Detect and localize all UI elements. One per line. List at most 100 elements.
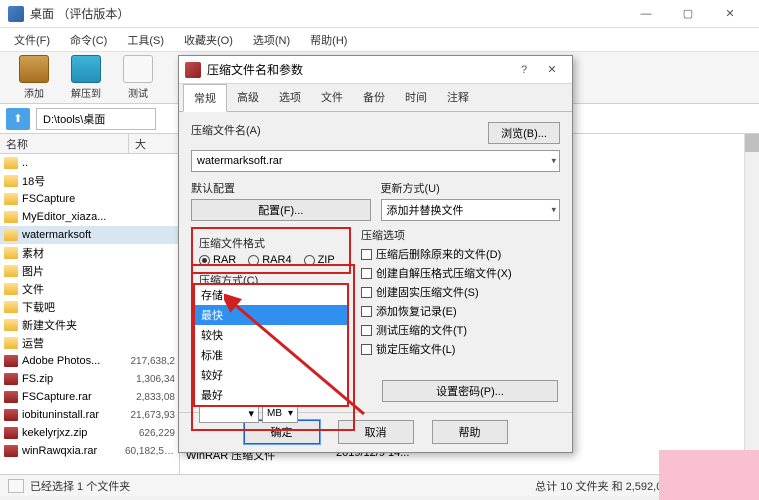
archive-file-icon	[4, 373, 18, 385]
opt-solid[interactable]: 创建固实压缩文件(S)	[361, 284, 560, 300]
list-item[interactable]: Adobe Photos...217,638,2	[0, 352, 179, 370]
test-button[interactable]: 测试	[112, 54, 164, 102]
tab-backup[interactable]: 备份	[353, 84, 395, 111]
method-option[interactable]: 较好	[195, 365, 347, 385]
tab-advanced[interactable]: 高级	[227, 84, 269, 111]
folder-icon	[4, 301, 18, 313]
folder-icon	[4, 211, 18, 223]
statusbar: 已经选择 1 个文件夹 总计 10 文件夹 和 2,592,084,143 字节…	[0, 474, 759, 496]
menubar: 文件(F) 命令(C) 工具(S) 收藏夹(O) 选项(N) 帮助(H)	[0, 28, 759, 52]
file-list[interactable]: ..18号FSCaptureMyEditor_xiaza...watermark…	[0, 154, 179, 474]
folder-icon	[4, 319, 18, 331]
tab-general[interactable]: 常规	[183, 84, 227, 112]
minimize-button[interactable]: —	[625, 2, 667, 26]
menu-help[interactable]: 帮助(H)	[300, 29, 357, 51]
col-size[interactable]: 大	[129, 134, 179, 153]
dialog-close-button[interactable]: ✕	[538, 63, 566, 76]
folder-icon	[4, 175, 18, 187]
dialog-help-button[interactable]: ?	[510, 64, 538, 76]
password-button[interactable]: 设置密码(P)...	[382, 380, 558, 402]
update-mode-select[interactable]: 添加并替换文件▾	[381, 199, 561, 221]
dialog-title: 压缩文件名和参数	[207, 61, 510, 78]
method-dropdown[interactable]: 存储最快较快标准较好最好	[193, 283, 349, 407]
add-label: 添加	[24, 85, 44, 100]
archive-file-icon	[4, 445, 18, 457]
status-left: 已经选择 1 个文件夹	[30, 478, 130, 494]
dialog-tabs: 常规 高级 选项 文件 备份 时间 注释	[179, 84, 572, 112]
archive-dialog: 压缩文件名和参数 ? ✕ 常规 高级 选项 文件 备份 时间 注释 压缩文件名(…	[178, 55, 573, 453]
help-button[interactable]: 帮助	[432, 420, 508, 444]
menu-options[interactable]: 选项(N)	[243, 29, 300, 51]
method-option[interactable]: 较快	[195, 325, 347, 345]
add-button[interactable]: 添加	[8, 54, 60, 102]
folder-icon	[4, 193, 18, 205]
list-item[interactable]: kekelyrjxz.zip626,229	[0, 424, 179, 442]
up-folder-button[interactable]: ⬆	[6, 108, 30, 130]
profile-button[interactable]: 配置(F)...	[191, 199, 371, 221]
method-option[interactable]: 最好	[195, 385, 347, 405]
method-option[interactable]: 标准	[195, 345, 347, 365]
archive-icon	[19, 55, 49, 83]
list-item[interactable]: MyEditor_xiaza...	[0, 208, 179, 226]
opt-recovery[interactable]: 添加恢复记录(E)	[361, 303, 560, 319]
close-button[interactable]: ✕	[709, 2, 751, 26]
rar-icon	[185, 62, 201, 78]
file-pane: 名称 大 ..18号FSCaptureMyEditor_xiaza...wate…	[0, 134, 180, 474]
extract-button[interactable]: 解压到	[60, 54, 112, 102]
folder-icon	[4, 265, 18, 277]
method-option[interactable]: 存储	[195, 285, 347, 305]
folder-icon	[4, 247, 18, 259]
menu-tools[interactable]: 工具(S)	[117, 29, 174, 51]
test-label: 测试	[128, 85, 148, 100]
opt-sfx[interactable]: 创建自解压格式压缩文件(X)	[361, 265, 560, 281]
list-item[interactable]: 18号	[0, 172, 179, 190]
list-item[interactable]: iobituninstall.rar21,673,93	[0, 406, 179, 424]
opt-delete-after[interactable]: 压缩后删除原来的文件(D)	[361, 246, 560, 262]
tab-files[interactable]: 文件	[311, 84, 353, 111]
archive-name-label: 压缩文件名(A)	[191, 122, 478, 138]
menu-command[interactable]: 命令(C)	[60, 29, 117, 51]
list-item[interactable]: 下载吧	[0, 298, 179, 316]
archive-name-input[interactable]: watermarksoft.rar▾	[191, 150, 560, 172]
list-item[interactable]: 运营	[0, 334, 179, 352]
list-item[interactable]: 新建文件夹	[0, 316, 179, 334]
list-item[interactable]: FSCapture.rar2,833,08	[0, 388, 179, 406]
main-titlebar: 桌面 （评估版本） — ▢ ✕	[0, 0, 759, 28]
list-item[interactable]: 素材	[0, 244, 179, 262]
list-item[interactable]: FSCapture	[0, 190, 179, 208]
extract-label: 解压到	[71, 85, 101, 100]
col-name[interactable]: 名称	[0, 134, 129, 153]
menu-favorites[interactable]: 收藏夹(O)	[174, 29, 243, 51]
list-item[interactable]: 文件	[0, 280, 179, 298]
folder-icon	[4, 283, 18, 295]
update-mode-label: 更新方式(U)	[381, 180, 561, 196]
maximize-button[interactable]: ▢	[667, 2, 709, 26]
archive-file-icon	[4, 427, 18, 439]
opt-lock[interactable]: 锁定压缩文件(L)	[361, 341, 560, 357]
list-item[interactable]: watermarksoft	[0, 226, 179, 244]
watermark-box	[659, 450, 759, 500]
format-label: 压缩文件格式	[199, 235, 343, 251]
profile-label: 默认配置	[191, 180, 371, 196]
folder-icon	[4, 337, 18, 349]
list-item[interactable]: 图片	[0, 262, 179, 280]
tab-comment[interactable]: 注释	[437, 84, 479, 111]
archive-file-icon	[4, 391, 18, 403]
list-item[interactable]: ..	[0, 154, 179, 172]
path-input[interactable]	[36, 108, 156, 130]
status-icon	[8, 479, 24, 493]
method-option[interactable]: 最快	[195, 305, 347, 325]
opt-test[interactable]: 测试压缩的文件(T)	[361, 322, 560, 338]
compress-options-label: 压缩选项	[361, 227, 560, 243]
browse-button[interactable]: 浏览(B)...	[488, 122, 560, 144]
scrollbar[interactable]	[744, 134, 759, 474]
dialog-titlebar: 压缩文件名和参数 ? ✕	[179, 56, 572, 84]
tab-options[interactable]: 选项	[269, 84, 311, 111]
archive-file-icon	[4, 409, 18, 421]
list-item[interactable]: FS.zip1,306,34	[0, 370, 179, 388]
list-header: 名称 大	[0, 134, 179, 154]
list-item[interactable]: winRawqxia.rar60,182,528	[0, 442, 179, 460]
tab-time[interactable]: 时间	[395, 84, 437, 111]
extract-icon	[71, 55, 101, 83]
menu-file[interactable]: 文件(F)	[4, 29, 60, 51]
